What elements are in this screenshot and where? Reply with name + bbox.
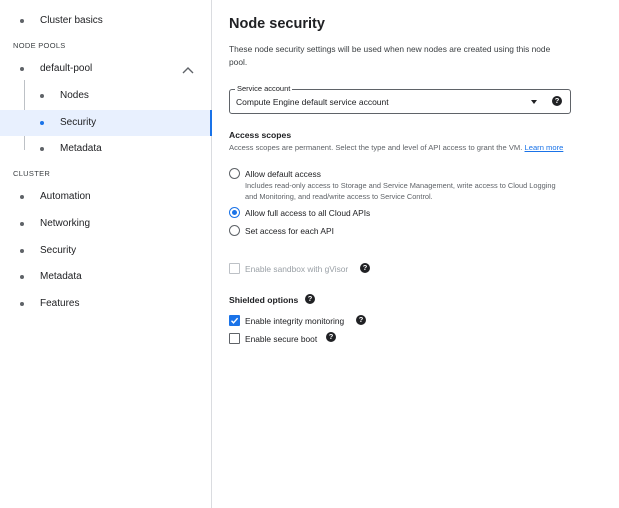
- help-icon[interactable]: ?: [305, 294, 315, 304]
- access-scopes-hint: Access scopes are permanent. Select the …: [229, 143, 574, 154]
- sidebar-item-nodes[interactable]: Nodes: [0, 83, 212, 109]
- access-scopes-heading: Access scopes: [229, 130, 292, 140]
- option-label: Set access for each API: [245, 226, 334, 236]
- bullet-icon: [20, 19, 24, 23]
- sidebar-item-label: Nodes: [60, 90, 89, 101]
- option-label: Allow default access: [245, 169, 321, 179]
- radio-default-access[interactable]: [229, 168, 240, 179]
- sidebar-item-label: Automation: [40, 191, 91, 202]
- sidebar-nav: Cluster basics NODE POOLS default-pool N…: [0, 0, 212, 508]
- sidebar-item-cluster-security[interactable]: Security: [0, 238, 212, 264]
- service-account-value: Compute Engine default service account: [236, 97, 389, 107]
- section-header-cluster: CLUSTER: [13, 169, 51, 178]
- bullet-icon: [20, 249, 24, 253]
- help-icon[interactable]: ?: [356, 315, 366, 325]
- chevron-up-icon[interactable]: [181, 64, 195, 76]
- checkbox-sandbox-gvisor: [229, 263, 240, 274]
- option-description: Includes read-only access to Storage and…: [245, 181, 556, 201]
- sidebar-item-label: Security: [60, 117, 97, 128]
- bullet-icon: [40, 147, 44, 151]
- sidebar-item-node-security[interactable]: Security: [0, 110, 212, 136]
- access-scopes-hint-text: Access scopes are permanent. Select the …: [229, 143, 523, 152]
- checkbox-secure-boot[interactable]: [229, 333, 240, 344]
- bullet-icon: [40, 94, 44, 98]
- sidebar-item-label: Features: [40, 298, 80, 309]
- bullet-icon: [20, 222, 24, 226]
- sidebar-item-label: Security: [40, 245, 77, 256]
- sidebar-item-label: Cluster basics: [40, 15, 103, 26]
- section-header-node-pools: NODE POOLS: [13, 41, 66, 50]
- bullet-icon: [20, 195, 24, 199]
- sidebar-item-networking[interactable]: Networking: [0, 211, 212, 237]
- option-label: Allow full access to all Cloud APIs: [245, 208, 371, 218]
- sidebar-item-features[interactable]: Features: [0, 291, 212, 317]
- sidebar-item-label: Metadata: [60, 143, 102, 154]
- radio-full-access[interactable]: [229, 207, 240, 218]
- radio-set-each-api[interactable]: [229, 225, 240, 236]
- option-label: Enable secure boot: [245, 334, 318, 344]
- help-icon[interactable]: ?: [360, 263, 370, 273]
- checkbox-integrity-monitoring[interactable]: [229, 315, 240, 326]
- dropdown-arrow-icon[interactable]: [531, 100, 537, 104]
- option-label: Enable sandbox with gVisor: [245, 264, 349, 274]
- help-icon[interactable]: ?: [552, 96, 562, 106]
- page-title: Node security: [229, 16, 325, 32]
- learn-more-link[interactable]: Learn more: [525, 143, 564, 152]
- bullet-icon: [20, 302, 24, 306]
- bullet-icon: [20, 67, 24, 71]
- sidebar-item-automation[interactable]: Automation: [0, 184, 212, 210]
- service-account-label: Service account: [235, 84, 293, 93]
- sidebar-item-label: Metadata: [40, 271, 82, 282]
- sidebar-item-cluster-basics[interactable]: Cluster basics: [0, 8, 212, 34]
- help-icon[interactable]: ?: [326, 332, 336, 342]
- shielded-options-heading: Shielded options: [229, 295, 299, 305]
- bullet-icon: [20, 275, 24, 279]
- bullet-icon: [40, 121, 44, 125]
- sidebar-item-label: Networking: [40, 218, 91, 229]
- option-label: Enable integrity monitoring: [245, 316, 345, 326]
- sidebar-item-label: default-pool: [40, 63, 93, 74]
- sidebar-item-cluster-metadata[interactable]: Metadata: [0, 264, 212, 290]
- sidebar-item-node-metadata[interactable]: Metadata: [0, 136, 212, 162]
- service-account-select[interactable]: Service account Compute Engine default s…: [229, 84, 571, 114]
- checkmark-icon: [231, 317, 239, 324]
- page-description: These node security settings will be use…: [229, 44, 551, 67]
